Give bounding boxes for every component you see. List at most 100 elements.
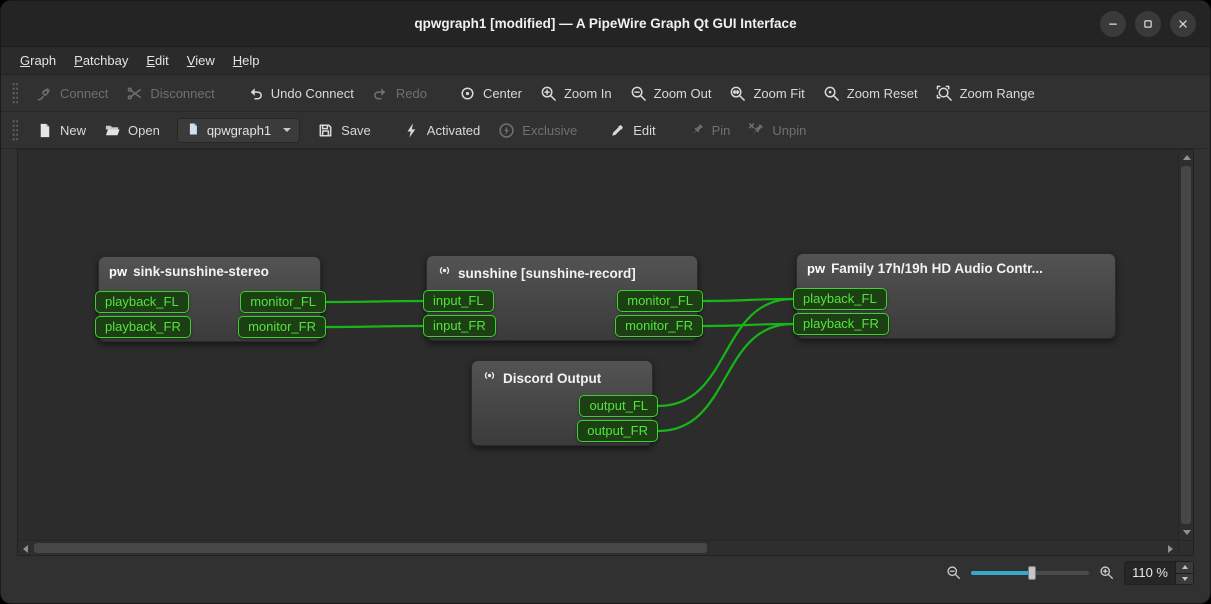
center-label: Center	[483, 86, 522, 101]
menu-patchbay-rest: atchbay	[83, 53, 129, 68]
spin-down-button[interactable]	[1176, 573, 1193, 584]
toolbar-drag-handle[interactable]	[12, 82, 18, 104]
minimize-icon	[1106, 17, 1120, 31]
menu-graph-rest: raph	[30, 53, 56, 68]
zoom-slider[interactable]	[971, 565, 1089, 581]
disconnect-icon	[126, 85, 143, 102]
menu-graph[interactable]: Graph	[11, 49, 65, 72]
scroll-down-button[interactable]	[1179, 525, 1194, 540]
arrow-down-icon	[1183, 530, 1191, 535]
close-icon	[1176, 17, 1190, 31]
zoom-reset-label: Zoom Reset	[847, 86, 918, 101]
toolbar-drag-handle[interactable]	[12, 119, 18, 141]
activated-label: Activated	[427, 123, 480, 138]
minimize-button[interactable]	[1100, 11, 1126, 37]
center-icon	[459, 85, 476, 102]
unpin-label: Unpin	[772, 123, 806, 138]
connections-layer	[18, 150, 1178, 540]
menu-graph-accel: G	[20, 53, 30, 68]
zoom-reset-icon	[823, 85, 840, 102]
patchbay-file-icon	[186, 122, 200, 139]
undo-label: Undo Connect	[271, 86, 354, 101]
titlebar[interactable]: qpwgraph1 [modified] — A PipeWire Graph …	[1, 1, 1210, 47]
zoom-out-icon[interactable]	[946, 565, 961, 580]
menu-help-rest: elp	[242, 53, 259, 68]
window-title: qpwgraph1 [modified] — A PipeWire Graph …	[414, 16, 796, 31]
redo-label: Redo	[396, 86, 427, 101]
maximize-icon	[1141, 17, 1155, 31]
redo-button[interactable]: Redo	[363, 80, 436, 107]
connection-wire[interactable]	[326, 301, 423, 302]
vertical-scrollbar[interactable]	[1178, 150, 1193, 540]
edit-pencil-icon	[609, 122, 626, 139]
zoom-fit-button[interactable]: Zoom Fit	[720, 80, 813, 107]
zoom-fit-label: Zoom Fit	[753, 86, 804, 101]
connect-label: Connect	[60, 86, 108, 101]
connect-button[interactable]: Connect	[27, 80, 117, 107]
exclusive-button[interactable]: Exclusive	[489, 117, 586, 144]
patchbay-toolbar: New Open qpwgraph1 Save Activated Exclus…	[1, 112, 1210, 149]
new-button[interactable]: New	[27, 117, 95, 144]
menu-edit-accel: E	[146, 53, 155, 68]
connection-wire[interactable]	[326, 326, 423, 327]
unpin-icon	[748, 122, 765, 139]
spin-buttons	[1175, 562, 1193, 584]
horizontal-scrollbar-thumb[interactable]	[34, 543, 707, 553]
open-folder-icon	[104, 122, 121, 139]
zoom-value: 110 %	[1125, 565, 1175, 580]
zoom-fit-icon	[729, 85, 746, 102]
horizontal-scrollbar[interactable]	[18, 540, 1178, 555]
exclusive-bolt-circle-icon	[498, 122, 515, 139]
zoom-out-button[interactable]: Zoom Out	[621, 80, 721, 107]
graph-view: pw sink-sunshine-stereo playback_FL play…	[17, 149, 1194, 556]
zoom-slider-handle[interactable]	[1028, 566, 1036, 580]
patchbay-select[interactable]: qpwgraph1	[177, 118, 300, 143]
edit-button[interactable]: Edit	[600, 117, 664, 144]
zoom-range-button[interactable]: Zoom Range	[927, 80, 1044, 107]
arrow-down-icon	[1182, 577, 1188, 581]
new-file-icon	[36, 122, 53, 139]
open-button[interactable]: Open	[95, 117, 169, 144]
zoom-in-button[interactable]: Zoom In	[531, 80, 621, 107]
arrow-up-icon	[1182, 565, 1188, 569]
connection-wire[interactable]	[658, 324, 793, 431]
unpin-button[interactable]: Unpin	[739, 117, 815, 144]
graph-toolbar: Connect Disconnect Undo Connect Redo Cen…	[1, 75, 1210, 112]
exclusive-label: Exclusive	[522, 123, 577, 138]
save-label: Save	[341, 123, 371, 138]
zoom-spinbox[interactable]: 110 %	[1124, 561, 1194, 585]
new-label: New	[60, 123, 86, 138]
arrow-right-icon	[1168, 545, 1173, 553]
app-window: qpwgraph1 [modified] — A PipeWire Graph …	[0, 0, 1211, 604]
pin-icon	[688, 122, 705, 139]
redo-icon	[372, 85, 389, 102]
zoom-in-icon[interactable]	[1099, 565, 1114, 580]
spin-up-button[interactable]	[1176, 562, 1193, 573]
pin-button[interactable]: Pin	[679, 117, 740, 144]
menu-patchbay[interactable]: Patchbay	[65, 49, 137, 72]
maximize-button[interactable]	[1135, 11, 1161, 37]
scroll-up-button[interactable]	[1179, 150, 1194, 165]
patchbay-select-value: qpwgraph1	[207, 123, 271, 138]
menu-edit[interactable]: Edit	[137, 49, 177, 72]
save-icon	[317, 122, 334, 139]
center-button[interactable]: Center	[450, 80, 531, 107]
save-button[interactable]: Save	[308, 117, 380, 144]
menu-help[interactable]: Help	[224, 49, 269, 72]
zoom-reset-button[interactable]: Zoom Reset	[814, 80, 927, 107]
zoom-in-label: Zoom In	[564, 86, 612, 101]
activated-button[interactable]: Activated	[394, 117, 489, 144]
edit-label: Edit	[633, 123, 655, 138]
undo-connect-button[interactable]: Undo Connect	[238, 80, 363, 107]
graph-area[interactable]: pw sink-sunshine-stereo playback_FL play…	[18, 150, 1178, 540]
scroll-right-button[interactable]	[1163, 541, 1178, 556]
menu-view-rest: iew	[195, 53, 215, 68]
zoom-out-label: Zoom Out	[654, 86, 712, 101]
pin-label: Pin	[712, 123, 731, 138]
connection-wire[interactable]	[658, 299, 793, 406]
disconnect-button[interactable]: Disconnect	[117, 80, 223, 107]
vertical-scrollbar-thumb[interactable]	[1181, 166, 1191, 524]
scroll-left-button[interactable]	[18, 541, 33, 556]
menu-view[interactable]: View	[178, 49, 224, 72]
close-button[interactable]	[1170, 11, 1196, 37]
